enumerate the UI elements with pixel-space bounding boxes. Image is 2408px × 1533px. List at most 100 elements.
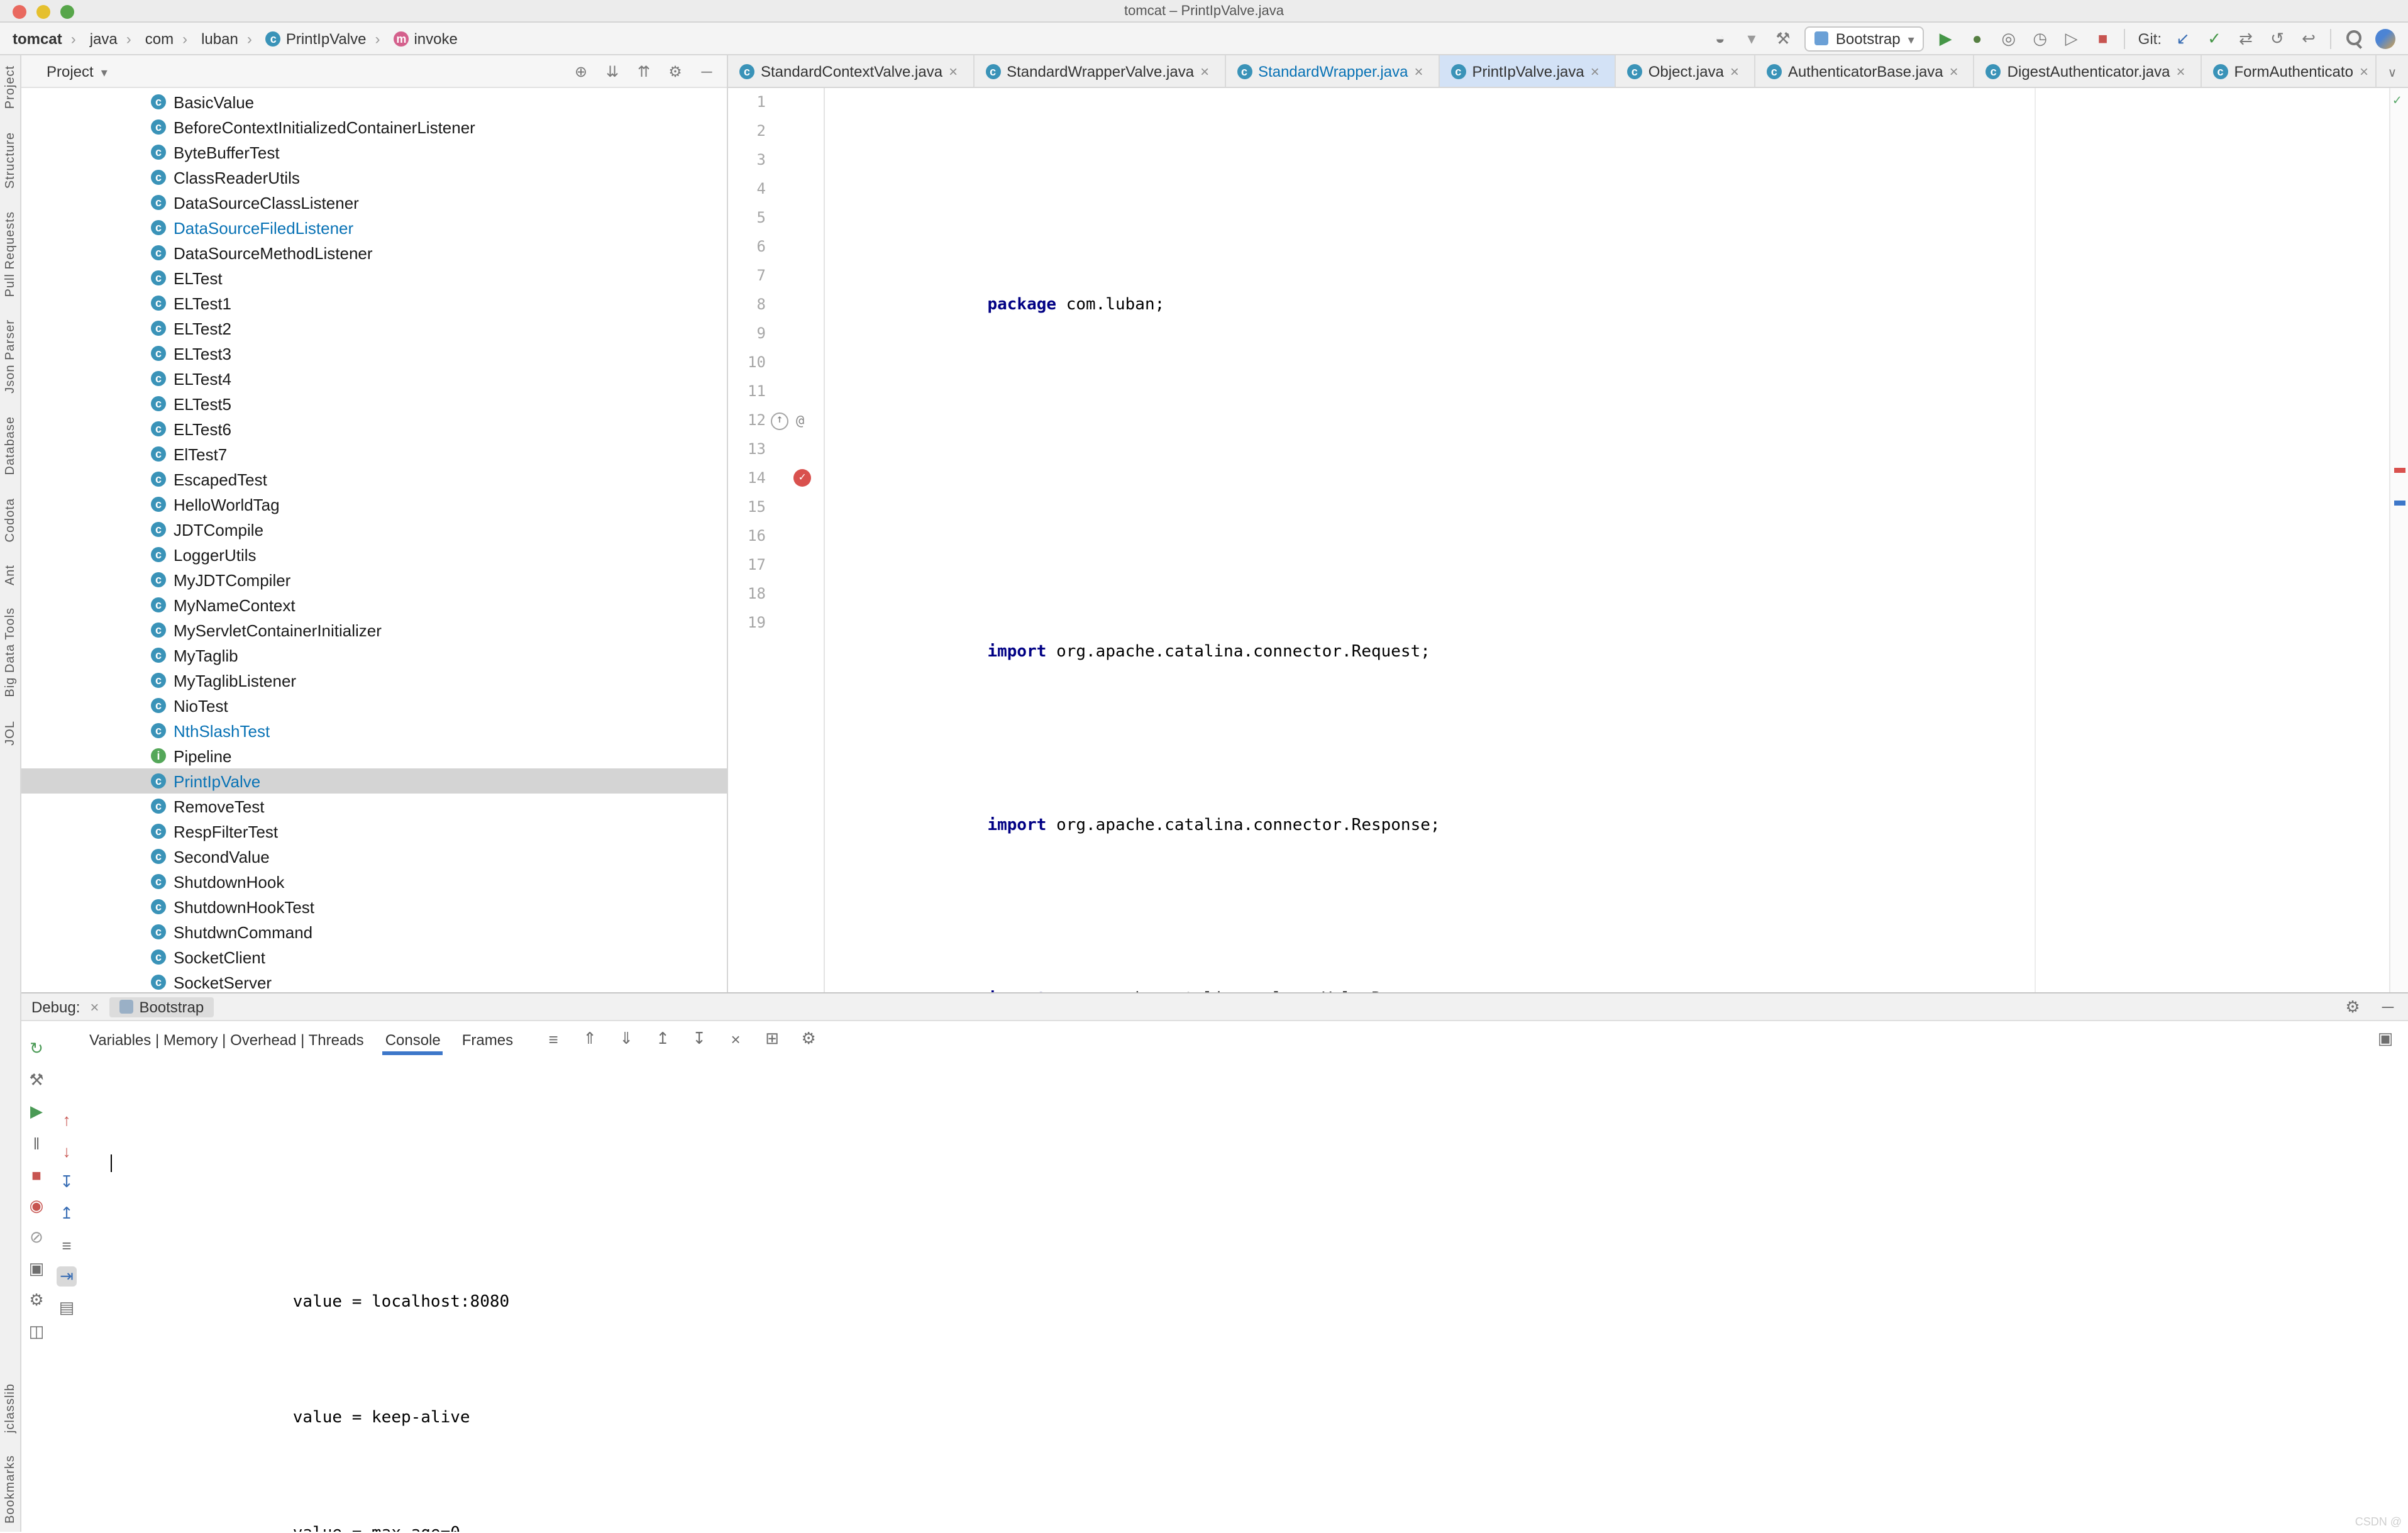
view-options-icon[interactable]: ≡	[543, 1029, 563, 1049]
run-icon[interactable]: ▶	[1936, 28, 1956, 48]
project-tree-item[interactable]: ClassReaderUtils	[21, 165, 727, 190]
project-tree-item[interactable]: NioTest	[21, 693, 727, 718]
project-tree-item[interactable]: DataSourceFiledListener	[21, 215, 727, 240]
print-icon[interactable]: ▤	[57, 1298, 77, 1318]
run-config-select[interactable]: Bootstrap	[1804, 26, 1925, 51]
tab-close-icon[interactable]	[2177, 62, 2189, 80]
locate-icon[interactable]: ⊕	[571, 61, 591, 81]
git-commit-icon[interactable]: ✓	[2204, 28, 2224, 48]
project-tree-item[interactable]: LoggerUtils	[21, 542, 727, 567]
tab-close-icon[interactable]	[1730, 62, 1743, 80]
tab-close-icon[interactable]	[1950, 62, 1962, 80]
project-tree-item[interactable]: MyTaglibListener	[21, 668, 727, 693]
stop-icon[interactable]: ■	[26, 1165, 47, 1185]
gutter-line[interactable]: 8	[728, 291, 824, 319]
editor-tab[interactable]: FormAuthenticato	[2202, 55, 2385, 87]
editor-tab[interactable]: PrintIpValve.java	[1439, 55, 1616, 87]
collapse-all-icon[interactable]: ⇊	[602, 61, 622, 81]
debug-tab[interactable]: Console	[383, 1023, 443, 1054]
tool-window-button[interactable]: Json Parser	[3, 319, 17, 394]
grid-icon[interactable]: ⊞	[762, 1029, 782, 1049]
tool-window-button[interactable]: Ant	[3, 565, 17, 585]
pin-icon[interactable]: ◫	[26, 1322, 47, 1342]
gutter-line[interactable]: 9	[728, 319, 824, 348]
pause-icon[interactable]: ‖	[26, 1133, 47, 1153]
chevron-down-icon[interactable]	[99, 62, 108, 80]
tab-close-icon[interactable]	[1414, 62, 1427, 80]
settings-icon[interactable]: ⚙	[665, 61, 685, 81]
gutter-line[interactable]: 2	[728, 117, 824, 146]
project-panel-title[interactable]: Project	[47, 62, 94, 80]
hide-icon[interactable]: ─	[2378, 997, 2398, 1017]
git-compare-icon[interactable]: ⇄	[2236, 28, 2256, 48]
profiler-icon[interactable]: ◷	[2030, 28, 2050, 48]
breadcrumb-item[interactable]: com	[118, 30, 174, 47]
editor-tab[interactable]: DigestAuthenticator.java	[1975, 55, 2202, 87]
breadcrumb-item[interactable]: PrintIpValve	[238, 30, 366, 47]
project-tree-item[interactable]: ByteBufferTest	[21, 140, 727, 165]
gutter-line[interactable]: 13	[728, 435, 824, 464]
tool-window-button[interactable]: Bookmarks	[3, 1456, 17, 1524]
tab-close-icon[interactable]	[2360, 62, 2372, 80]
attach-profiler-icon[interactable]: ◒	[1710, 28, 1730, 48]
threads-view-icon[interactable]: ≡	[57, 1235, 77, 1255]
gutter-line[interactable]: 16	[728, 522, 824, 551]
close-session-icon[interactable]	[90, 998, 99, 1016]
project-tree-item[interactable]: ShutdownHook	[21, 869, 727, 894]
gutter-line[interactable]: 17	[728, 551, 824, 580]
step-out-icon[interactable]: ↥	[57, 1204, 77, 1224]
breadcrumb-item[interactable]: tomcat	[13, 30, 62, 47]
project-tree-item[interactable]: DataSourceClassListener	[21, 190, 727, 215]
tool-window-button[interactable]: Big Data Tools	[3, 608, 17, 698]
project-tree-item[interactable]: ShutdwnCommand	[21, 919, 727, 944]
close-window-icon[interactable]	[13, 5, 26, 19]
move-to-top-icon[interactable]: ↥	[653, 1029, 673, 1049]
project-tree-item[interactable]: ELTest5	[21, 391, 727, 416]
move-to-bottom-icon[interactable]: ↧	[689, 1029, 709, 1049]
editor-tab[interactable]: StandardWrapperValve.java	[974, 55, 1226, 87]
gutter-line[interactable]: 3	[728, 146, 824, 175]
expand-all-icon[interactable]: ⇈	[634, 61, 654, 81]
scroll-down-icon[interactable]: ⇓	[616, 1029, 636, 1049]
tab-close-icon[interactable]	[1200, 62, 1213, 80]
project-tree-item[interactable]: ShutdownHookTest	[21, 894, 727, 919]
tool-window-button[interactable]: Database	[3, 416, 17, 475]
mute-breakpoints-icon[interactable]: ⊘	[26, 1227, 47, 1248]
git-update-icon[interactable]: ↙	[2173, 28, 2193, 48]
view-breakpoints-icon[interactable]: ◉	[26, 1196, 47, 1216]
restore-layout-icon[interactable]: ▣	[2375, 1029, 2395, 1049]
tab-close-icon[interactable]	[949, 62, 961, 80]
step-into-icon[interactable]: ↧	[57, 1172, 77, 1192]
tool-window-button[interactable]: jclasslib	[3, 1383, 17, 1433]
frame-down-icon[interactable]: ↓	[57, 1141, 77, 1161]
project-tree-item[interactable]: ELTest	[21, 265, 727, 291]
breadcrumb-item[interactable]: invoke	[366, 30, 458, 47]
project-tree-item[interactable]: Pipeline	[21, 743, 727, 768]
run-with-profiler-icon[interactable]: ▷	[2062, 28, 2082, 48]
gutter-line[interactable]: 1	[728, 88, 824, 117]
filter-settings-icon[interactable]: ⚙	[798, 1029, 819, 1049]
debug-console[interactable]: value = localhost:8080 value = keep-aliv…	[79, 1056, 2408, 1532]
project-tree-item[interactable]: ELTest6	[21, 416, 727, 441]
gutter-line[interactable]: 15	[728, 493, 824, 522]
editor-tab[interactable]: StandardContextValve.java	[728, 55, 975, 87]
gutter-line[interactable]: 19	[728, 609, 824, 638]
editor-tab[interactable]: AuthenticatorBase.java	[1755, 55, 1975, 87]
dropdown-caret-icon[interactable]: ▾	[1742, 28, 1762, 48]
zoom-window-icon[interactable]	[60, 5, 74, 19]
editor-tab[interactable]: StandardWrapper.java	[1225, 55, 1440, 87]
git-history-icon[interactable]: ↺	[2267, 28, 2287, 48]
debug-settings-icon[interactable]: ⚙	[26, 1290, 47, 1310]
project-tree-item[interactable]: ELTest2	[21, 316, 727, 341]
project-tree-item[interactable]: MyTaglib	[21, 643, 727, 668]
search-everywhere-icon[interactable]	[2344, 28, 2364, 48]
gutter-line[interactable]: 6	[728, 233, 824, 262]
rerun-icon[interactable]: ↻	[26, 1039, 47, 1059]
project-tree-item[interactable]: ElTest7	[21, 441, 727, 467]
scroll-up-icon[interactable]: ⇑	[580, 1029, 600, 1049]
settings-icon[interactable]: ⚙	[2343, 997, 2363, 1017]
debug-session-tab[interactable]: Bootstrap	[109, 997, 214, 1017]
resume-icon[interactable]: ▶	[26, 1102, 47, 1122]
project-tree-item[interactable]: BasicValue	[21, 89, 727, 114]
git-rollback-icon[interactable]: ↩	[2299, 28, 2319, 48]
